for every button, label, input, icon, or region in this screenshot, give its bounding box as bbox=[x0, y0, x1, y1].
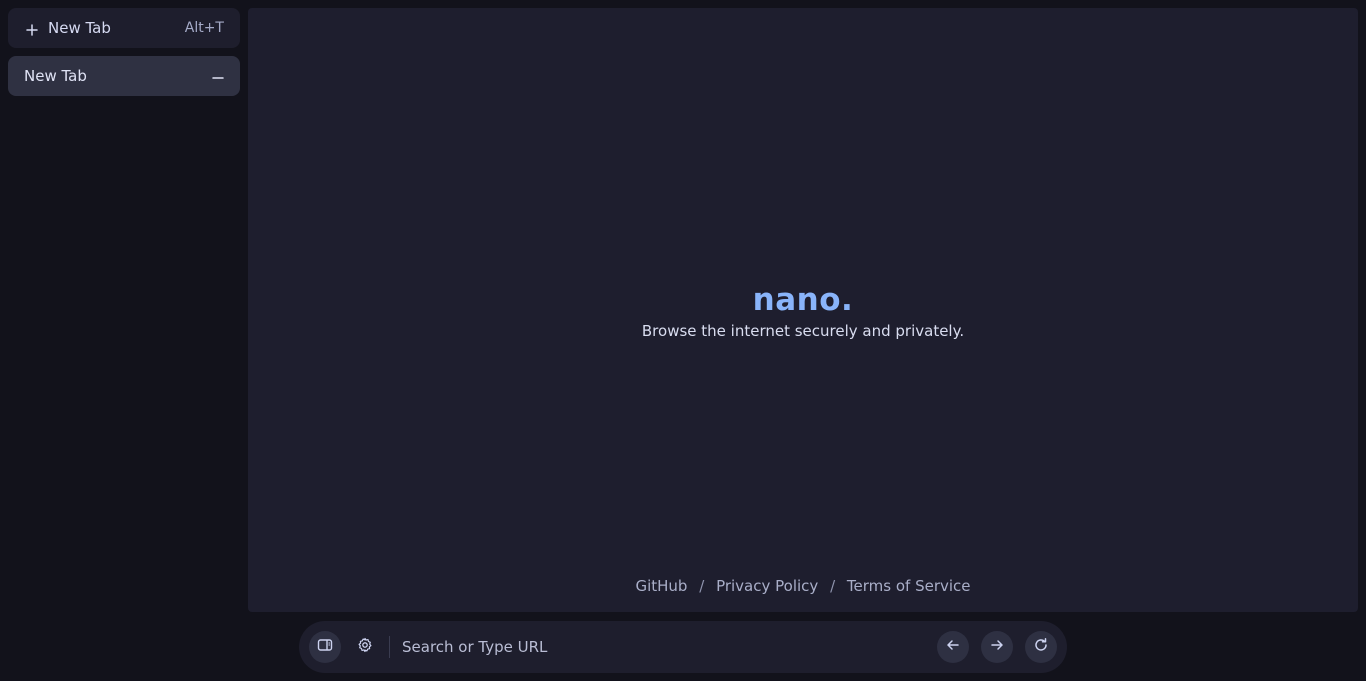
new-tab-label: New Tab bbox=[48, 19, 111, 37]
arrow-right-icon bbox=[989, 637, 1005, 657]
tab-label: New Tab bbox=[24, 67, 87, 85]
plus-icon bbox=[26, 22, 38, 36]
url-input[interactable] bbox=[402, 638, 937, 656]
tab-item-new-tab[interactable]: New Tab bbox=[8, 56, 240, 96]
hero: nano. Browse the internet securely and p… bbox=[248, 282, 1358, 340]
footer-separator: / bbox=[699, 577, 705, 595]
minus-icon[interactable] bbox=[212, 70, 224, 82]
gear-icon bbox=[357, 637, 373, 657]
footer-links: GitHub / Privacy Policy / Terms of Servi… bbox=[248, 577, 1358, 595]
github-link[interactable]: GitHub bbox=[635, 577, 687, 595]
new-tab-button[interactable]: New Tab Alt+T bbox=[8, 8, 240, 48]
back-button[interactable] bbox=[937, 631, 969, 663]
arrow-left-icon bbox=[945, 637, 961, 657]
footer-separator: / bbox=[830, 577, 836, 595]
content-panel: nano. Browse the internet securely and p… bbox=[248, 8, 1358, 612]
navigation-controls bbox=[937, 631, 1057, 663]
address-bar bbox=[299, 621, 1067, 673]
privacy-policy-link[interactable]: Privacy Policy bbox=[716, 577, 818, 595]
reload-icon bbox=[1033, 637, 1049, 657]
terms-of-service-link[interactable]: Terms of Service bbox=[847, 577, 971, 595]
sidebar: New Tab Alt+T New Tab bbox=[8, 8, 240, 96]
toolbar-divider bbox=[389, 636, 390, 658]
tagline: Browse the internet securely and private… bbox=[641, 322, 965, 340]
browser-window: New Tab Alt+T New Tab nano. Browse the i… bbox=[0, 0, 1366, 681]
brand-logo-text: nano. bbox=[752, 282, 854, 318]
sidebar-toggle-icon bbox=[317, 637, 333, 657]
settings-button[interactable] bbox=[349, 631, 381, 663]
forward-button[interactable] bbox=[981, 631, 1013, 663]
sidebar-toggle-button[interactable] bbox=[309, 631, 341, 663]
new-tab-shortcut: Alt+T bbox=[184, 20, 224, 36]
reload-button[interactable] bbox=[1025, 631, 1057, 663]
